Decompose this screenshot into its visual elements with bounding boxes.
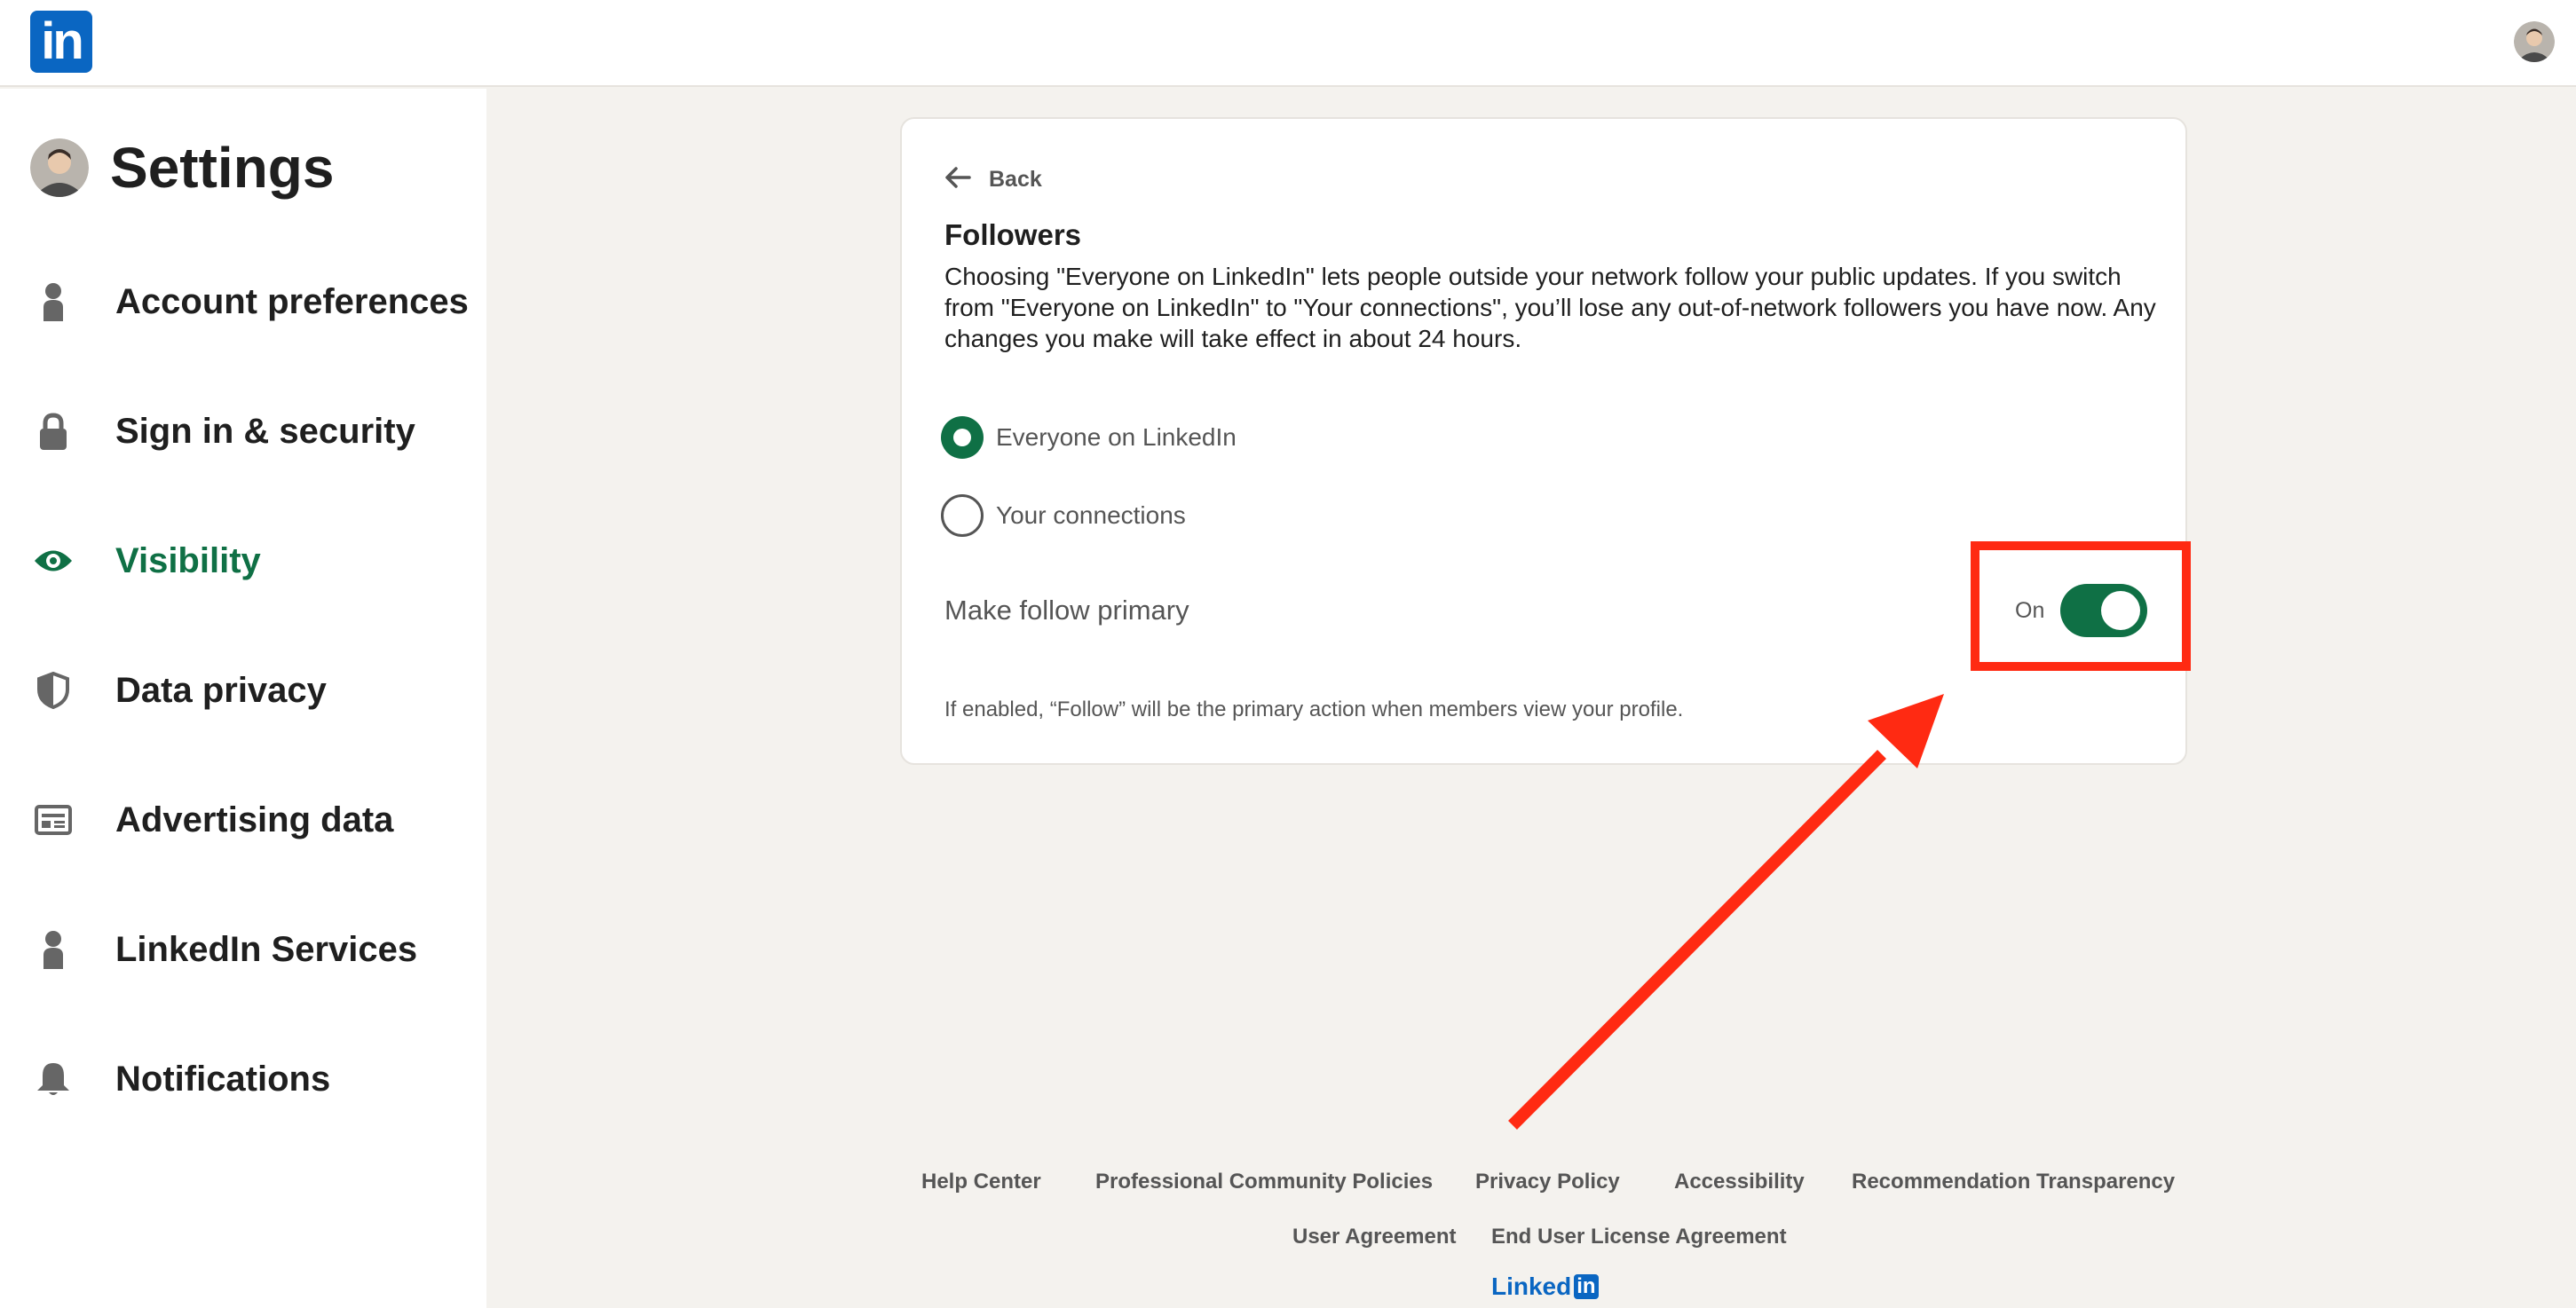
section-description: Choosing "Everyone on LinkedIn" lets peo…: [944, 263, 2156, 352]
footer-link-privacy-policy[interactable]: Privacy Policy: [1475, 1170, 1620, 1194]
make-follow-primary-label: Make follow primary: [944, 595, 1189, 626]
person-icon: [32, 280, 75, 323]
footer-link-eula[interactable]: End User License Agreement: [1491, 1225, 1787, 1249]
footer-link-recommendation-transparency[interactable]: Recommendation Transparency: [1852, 1170, 2175, 1194]
ad-card-icon: [32, 799, 75, 841]
profile-avatar[interactable]: [2514, 21, 2555, 62]
back-label: Back: [989, 166, 1042, 192]
settings-header: Settings: [30, 136, 335, 200]
toggle-hint: If enabled, “Follow” will be the primary…: [944, 697, 1684, 721]
footer-brand-in: in: [1574, 1274, 1599, 1299]
settings-sidebar: Settings Account preferences Sign in & s…: [0, 89, 486, 1308]
arrow-left-icon: [944, 166, 971, 193]
top-bar: in: [0, 0, 2576, 87]
back-button[interactable]: Back: [944, 162, 1042, 197]
eye-icon: [32, 540, 75, 582]
sidebar-item-label: Sign in & security: [115, 411, 415, 451]
footer-link-user-agreement[interactable]: User Agreement: [1292, 1225, 1457, 1249]
sidebar-item-linkedin-services[interactable]: LinkedIn Services: [32, 914, 476, 985]
radio-unchecked-icon[interactable]: [941, 494, 984, 537]
radio-label: Everyone on LinkedIn: [996, 423, 1237, 451]
footer-link-accessibility[interactable]: Accessibility: [1674, 1170, 1805, 1194]
sidebar-item-label: Notifications: [115, 1059, 331, 1099]
sidebar-item-label: Visibility: [115, 540, 261, 580]
highlight-box: [1971, 541, 2191, 671]
radio-label: Your connections: [996, 501, 1186, 529]
person-icon: [32, 928, 75, 971]
sidebar-item-visibility[interactable]: Visibility: [32, 525, 476, 596]
sidebar-item-notifications[interactable]: Notifications: [32, 1044, 476, 1115]
avatar: [30, 138, 89, 197]
footer-link-community-policies[interactable]: Professional Community Policies: [1095, 1170, 1433, 1194]
radio-your-connections[interactable]: Your connections: [941, 493, 1186, 538]
linkedin-logo[interactable]: in: [30, 11, 92, 73]
footer-linkedin-logo: Linked in: [1491, 1273, 1599, 1301]
sidebar-item-label: Account preferences: [115, 281, 469, 321]
bell-icon: [32, 1058, 75, 1100]
footer-brand-text: Linked: [1491, 1273, 1572, 1300]
section-title: Followers: [944, 218, 1082, 251]
lock-icon: [32, 410, 75, 453]
footer-link-help-center[interactable]: Help Center: [921, 1170, 1041, 1194]
sidebar-item-label: LinkedIn Services: [115, 929, 418, 969]
radio-checked-icon[interactable]: [941, 416, 984, 459]
shield-icon: [32, 669, 75, 712]
sidebar-item-data-privacy[interactable]: Data privacy: [32, 655, 476, 726]
sidebar-item-sign-in-security[interactable]: Sign in & security: [32, 396, 476, 467]
sidebar-item-label: Data privacy: [115, 670, 327, 710]
sidebar-item-account-preferences[interactable]: Account preferences: [32, 266, 476, 337]
page-title: Settings: [110, 136, 335, 200]
sidebar-item-advertising-data[interactable]: Advertising data: [32, 784, 476, 855]
sidebar-item-label: Advertising data: [115, 800, 394, 839]
radio-everyone-on-linkedin[interactable]: Everyone on LinkedIn: [941, 415, 1237, 460]
